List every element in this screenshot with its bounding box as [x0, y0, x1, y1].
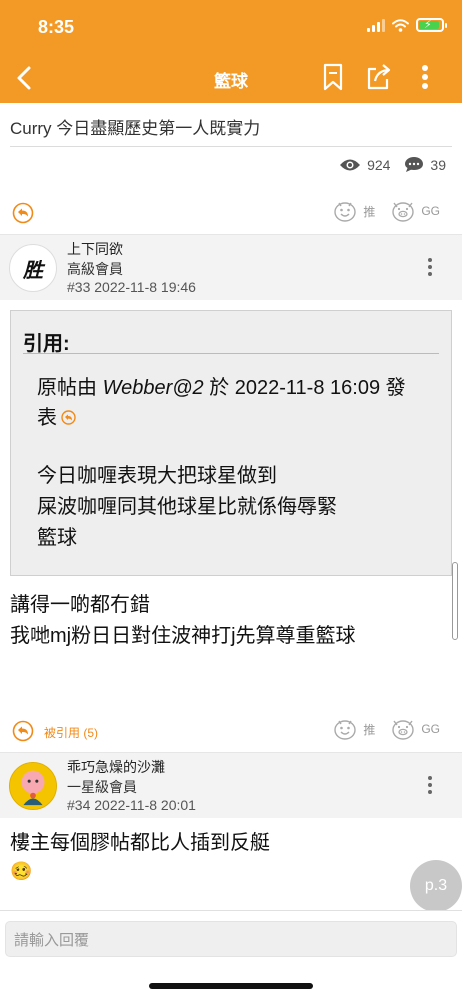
- share-icon: [367, 64, 391, 90]
- more-options-button[interactable]: [412, 60, 438, 94]
- quote-line: 籃球: [37, 527, 77, 549]
- more-dot-icon: [428, 258, 432, 262]
- cellular-signal-icon: [367, 18, 385, 32]
- thread-stats: 924 39: [339, 156, 446, 173]
- avatar[interactable]: 胜: [9, 244, 57, 292]
- replies-count: 39: [430, 156, 446, 173]
- reply-button[interactable]: [12, 720, 34, 742]
- bookmark-button[interactable]: [320, 60, 346, 94]
- replies-stat: 39: [404, 156, 446, 173]
- battery-charging-icon: ⚡: [416, 18, 447, 32]
- upvote-button[interactable]: 推: [333, 200, 375, 222]
- quote-source-prefix: 原帖由: [37, 377, 103, 399]
- downvote-label: GG: [421, 204, 440, 218]
- quote-block: 引用: 原帖由 Webber@2 於 2022-11-8 16:09 發表 今日…: [10, 310, 452, 576]
- post-meta: #34 2022-11-8 20:01: [67, 797, 196, 813]
- post-line: 我哋mj粉日日對住波神打j先算尊重籃球: [10, 625, 356, 647]
- jump-to-post-button[interactable]: [61, 404, 76, 434]
- views-stat: 924: [339, 157, 390, 173]
- more-dot-icon: [428, 272, 432, 276]
- post-emoji: 🥴: [10, 861, 33, 881]
- jump-arrow-icon: [61, 410, 76, 425]
- post-meta: #33 2022-11-8 19:46: [67, 279, 196, 295]
- upvote-label: 推: [363, 204, 376, 219]
- username[interactable]: 乖巧急燥的沙灘: [67, 757, 165, 777]
- post-header: 乖巧急燥的沙灘 一星級會員 #34 2022-11-8 20:01: [0, 752, 462, 818]
- user-rank: 高級會員: [67, 261, 123, 277]
- downvote-label: GG: [421, 722, 440, 736]
- post-body: 樓主每個膠帖都比人插到反艇 🥴: [10, 828, 450, 883]
- reply-icon: [12, 202, 34, 224]
- quote-label: 引用:: [23, 333, 70, 355]
- divider: [10, 146, 452, 147]
- post-more-button[interactable]: [428, 258, 434, 276]
- comment-icon: [405, 157, 424, 172]
- more-dot-icon: [428, 783, 432, 787]
- post-line: 樓主每個膠帖都比人插到反艇: [10, 832, 270, 854]
- quote-source: 原帖由 Webber@2 於 2022-11-8 16:09 發表: [37, 373, 417, 434]
- scrollbar[interactable]: [452, 562, 458, 640]
- more-dot-icon: [428, 265, 432, 269]
- cartoon-avatar-icon: [10, 763, 56, 809]
- happy-face-icon: [334, 720, 357, 740]
- more-dot-icon: [428, 776, 432, 780]
- quote-body: 今日咖喱表現大把球星做到 屎波咖喱同其他球星比就係侮辱緊 籃球: [37, 461, 437, 554]
- reply-input[interactable]: 請輸入回覆: [5, 921, 457, 957]
- downvote-button[interactable]: GG: [391, 200, 440, 222]
- share-button[interactable]: [366, 60, 392, 94]
- bookmark-icon: [323, 63, 343, 91]
- avatar-glyph: 胜: [23, 257, 43, 282]
- post-body: 講得一啲都冇錯 我哋mj粉日日對住波神打j先算尊重籃球: [10, 590, 450, 652]
- nav-actions: [320, 60, 438, 94]
- post-line: 講得一啲都冇錯: [10, 594, 150, 616]
- quote-line: 今日咖喱表現大把球星做到: [37, 465, 277, 487]
- pig-face-icon: [392, 720, 415, 740]
- thread-action-bar: 推 GG: [0, 196, 462, 232]
- page-indicator[interactable]: p.3: [410, 860, 462, 912]
- wifi-icon: [392, 18, 409, 32]
- status-time: 8:35: [38, 17, 75, 37]
- post-header: 胜 上下同欲 高級會員 #33 2022-11-8 19:46: [0, 234, 462, 300]
- more-dot-icon: [428, 790, 432, 794]
- upvote-button[interactable]: 推: [333, 718, 375, 740]
- more-vertical-icon: [422, 65, 428, 89]
- post-action-bar: 被引用 (5) 推 GG: [0, 714, 462, 750]
- home-indicator: [149, 983, 313, 989]
- avatar[interactable]: [9, 762, 57, 810]
- status-icons: ⚡: [367, 18, 447, 32]
- top-bar: 8:35 ⚡ 籃球: [0, 0, 462, 103]
- views-count: 924: [367, 156, 391, 173]
- post-more-button[interactable]: [428, 776, 434, 794]
- vote-buttons: 推 GG: [333, 200, 440, 222]
- quote-line: 屎波咖喱同其他球星比就係侮辱緊: [37, 496, 337, 518]
- eye-icon: [340, 159, 361, 170]
- username[interactable]: 上下同欲: [67, 239, 123, 259]
- upvote-label: 推: [363, 722, 376, 737]
- vote-buttons: 推 GG: [333, 718, 440, 740]
- reply-bar: 請輸入回覆: [0, 910, 462, 1000]
- happy-face-icon: [334, 202, 357, 222]
- downvote-button[interactable]: GG: [391, 718, 440, 740]
- reply-button[interactable]: [12, 202, 34, 224]
- quote-source-author[interactable]: Webber@2: [103, 377, 204, 399]
- reply-icon: [12, 720, 34, 742]
- quoted-by-link[interactable]: 被引用 (5): [44, 724, 98, 741]
- thread-title: Curry 今日盡顯歷史第一人既實力: [10, 119, 261, 138]
- user-rank: 一星級會員: [67, 779, 137, 795]
- pig-face-icon: [392, 202, 415, 222]
- divider: [23, 353, 439, 354]
